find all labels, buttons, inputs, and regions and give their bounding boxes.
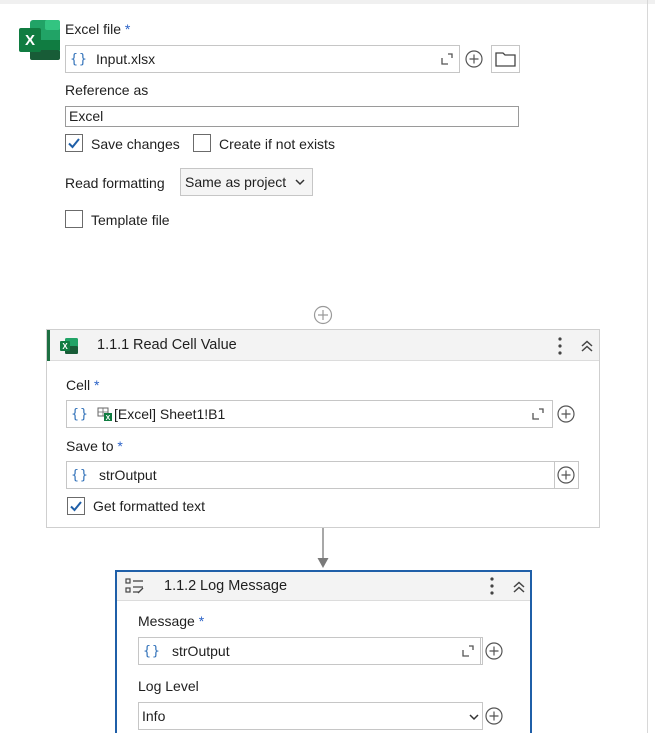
checkmark-icon [68,138,80,149]
expression-icon: {} [70,51,88,67]
template-file-checkbox[interactable] [65,210,83,228]
log-message-icon [125,578,144,594]
add-circle-icon[interactable] [465,50,483,68]
read-cell-value-title: Read Cell Value [133,337,237,353]
expression-icon: {} [143,643,161,659]
get-formatted-text-label: Get formatted text [93,498,206,514]
log-level-dropdown[interactable]: Info [138,702,483,730]
excel-file-value: Input.xlsx [96,51,156,67]
cell-value: [Excel] Sheet1!B1 [114,406,226,422]
log-message-number: 1.1.2 [164,578,197,594]
cell-label: Cell * [66,377,100,393]
excel-file-field[interactable]: {} Input.xlsx [65,45,460,73]
reference-as-value: Excel [69,108,104,124]
message-label: Message * [138,613,205,629]
excel-cell-icon: X [97,407,112,422]
expression-icon: {} [71,406,89,422]
read-formatting-label: Read formatting [65,175,165,191]
svg-text:X: X [25,32,35,49]
cell-field[interactable]: {} X [Excel] Sheet1!B1 [66,400,553,428]
svg-text:X: X [62,342,68,351]
checkmark-icon [70,501,82,512]
add-circle-icon[interactable] [485,707,503,725]
message-field[interactable]: {} strOutput [138,637,483,665]
chevron-down-icon [469,714,479,721]
folder-icon [495,52,516,67]
read-formatting-dropdown[interactable]: Same as project [180,168,313,196]
log-message-card[interactable]: 1.1.2 Log Message Message * {} strOutput… [115,570,532,733]
add-activity-icon[interactable] [313,305,333,325]
log-level-label: Log Level [138,678,199,694]
message-value: strOutput [172,643,230,659]
read-formatting-value: Same as project [185,174,287,190]
expand-icon[interactable] [440,52,454,66]
expand-icon[interactable] [461,644,475,658]
card-accent [47,330,50,361]
add-circle-icon[interactable] [557,405,575,423]
excel-activity-icon: X [60,338,78,354]
excel-app-icon: X [19,20,61,60]
field-separator [554,462,555,488]
field-separator [552,401,553,427]
svg-text:X: X [106,415,111,422]
log-level-value: Info [142,708,166,724]
more-options-icon[interactable] [556,336,564,356]
more-options-icon[interactable] [488,576,496,596]
create-if-not-exists-checkbox[interactable] [193,134,211,152]
field-separator [480,638,481,664]
save-changes-checkbox[interactable] [65,134,83,152]
browse-folder-button[interactable] [491,45,520,73]
right-divider [647,0,648,733]
add-circle-icon[interactable] [485,642,503,660]
log-message-title: Log Message [200,578,288,594]
template-file-label: Template file [91,212,170,228]
connector-arrow [317,528,329,568]
save-to-label: Save to * [66,438,123,454]
add-circle-icon[interactable] [557,466,575,484]
read-cell-value-card[interactable]: X 1.1.1 Read Cell Value Cell * {} X [Exc… [46,329,600,528]
excel-file-label: Excel file * [65,21,131,37]
save-to-field[interactable]: {} strOutput [66,461,579,489]
get-formatted-text-checkbox[interactable] [67,497,85,515]
read-cell-value-number: 1.1.1 [97,337,130,353]
reference-as-input[interactable]: Excel [65,106,519,127]
collapse-icon[interactable] [579,338,595,354]
top-divider [0,0,655,4]
reference-as-label: Reference as [65,82,149,98]
create-if-not-exists-label: Create if not exists [219,136,335,152]
read-cell-value-header[interactable]: X 1.1.1 Read Cell Value [47,330,599,361]
field-separator [482,703,483,729]
save-to-value: strOutput [99,467,157,483]
save-changes-label: Save changes [91,136,180,152]
expand-icon[interactable] [531,407,545,421]
collapse-icon[interactable] [511,579,527,595]
expression-icon: {} [71,467,89,483]
log-message-header[interactable]: 1.1.2 Log Message [117,572,530,601]
chevron-down-icon [295,179,305,186]
